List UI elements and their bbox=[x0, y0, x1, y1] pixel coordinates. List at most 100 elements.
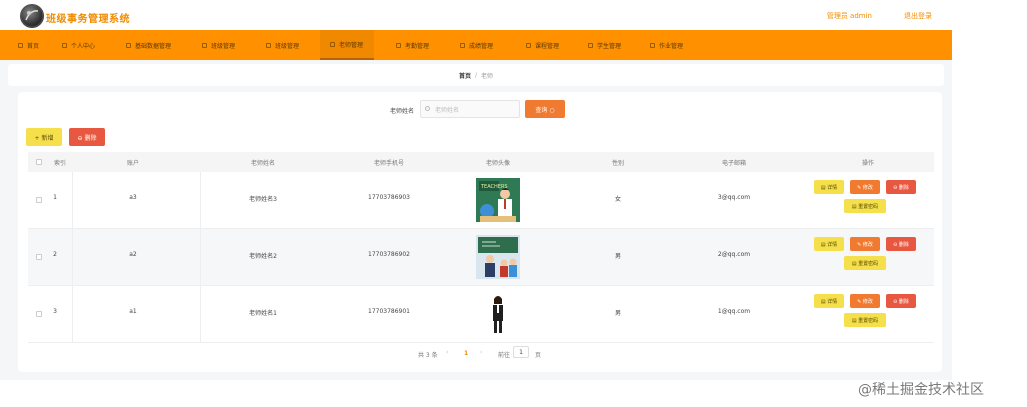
cell-account: a2 bbox=[129, 251, 137, 258]
pagination: 共 3 条 ‹ 1 › 前往 1 页 bbox=[18, 346, 942, 360]
column-divider bbox=[200, 286, 201, 343]
nav-item-class[interactable]: 班级管理 bbox=[202, 30, 235, 60]
goto-unit: 页 bbox=[535, 352, 542, 359]
nav-label: 课程管理 bbox=[535, 42, 560, 50]
column-divider bbox=[72, 286, 73, 343]
nav-item-home[interactable]: 首页 bbox=[18, 30, 39, 60]
column-divider bbox=[200, 172, 201, 229]
nav-item-students[interactable]: 学生管理 bbox=[588, 30, 621, 60]
nav-item-teacher[interactable]: 老师管理 bbox=[320, 30, 374, 60]
add-button[interactable]: + 新增 bbox=[26, 128, 62, 146]
header-phone: 老师手机号 bbox=[373, 160, 404, 167]
nav-item-attendance[interactable]: 考勤管理 bbox=[396, 30, 429, 60]
cell-index: 3 bbox=[53, 308, 57, 315]
nav-item-grades[interactable]: 成绩管理 bbox=[460, 30, 493, 60]
nav-label: 个人中心 bbox=[71, 42, 96, 50]
grid-icon bbox=[588, 42, 593, 48]
cell-index: 1 bbox=[53, 194, 57, 201]
search-input[interactable]: 老师姓名 bbox=[420, 100, 520, 118]
logo-icon bbox=[20, 4, 44, 28]
cell-email: 2@qq.com bbox=[717, 251, 751, 258]
nav-item-class-2[interactable]: 班级管理 bbox=[266, 30, 299, 60]
watermark: @稀土掘金技术社区 bbox=[858, 382, 984, 398]
edit-button[interactable]: ✎ 修改 bbox=[850, 180, 880, 194]
cell-phone: 17703786903 bbox=[368, 194, 410, 201]
goto-page-input[interactable]: 1 bbox=[513, 346, 529, 358]
reset-password-button[interactable]: ▤ 重置密码 bbox=[844, 313, 886, 327]
header-actions: 操作 bbox=[861, 160, 874, 167]
edit-button[interactable]: ✎ 修改 bbox=[850, 294, 880, 308]
row-delete-button[interactable]: ⊖ 删除 bbox=[886, 294, 916, 308]
nav-item-courses[interactable]: 课程管理 bbox=[526, 30, 559, 60]
cell-name: 老师姓名1 bbox=[249, 310, 277, 317]
cell-gender: 男 bbox=[614, 253, 621, 260]
row-checkbox[interactable] bbox=[36, 254, 42, 260]
main-nav: 首页 个人中心 基础数据管理 班级管理 班级管理 老师管理 考勤管理 成绩管理 … bbox=[0, 30, 952, 60]
search-button[interactable]: 查询 ○ bbox=[525, 100, 565, 118]
column-divider bbox=[72, 172, 73, 229]
edit-button[interactable]: ✎ 修改 bbox=[850, 237, 880, 251]
nav-label: 考勤管理 bbox=[405, 42, 430, 50]
row-checkbox[interactable] bbox=[36, 197, 42, 203]
search-icon bbox=[425, 106, 430, 111]
row-delete-button[interactable]: ⊖ 删除 bbox=[886, 237, 916, 251]
grid-icon bbox=[396, 42, 401, 48]
logout-link[interactable]: 退出登录 bbox=[904, 11, 932, 21]
page-number[interactable]: 1 bbox=[464, 350, 468, 357]
detail-button[interactable]: ▤ 详情 bbox=[814, 180, 844, 194]
nav-label: 成绩管理 bbox=[469, 42, 494, 50]
cell-email: 3@qq.com bbox=[717, 194, 751, 201]
user-icon bbox=[62, 42, 67, 48]
nav-label: 班级管理 bbox=[275, 42, 300, 50]
reset-password-button[interactable]: ▤ 重置密码 bbox=[844, 199, 886, 213]
breadcrumb-current: 老师 bbox=[481, 72, 494, 80]
grid-icon bbox=[330, 41, 335, 47]
detail-button[interactable]: ▤ 详情 bbox=[814, 237, 844, 251]
row-checkbox[interactable] bbox=[36, 311, 42, 317]
grid-icon bbox=[460, 42, 465, 48]
nav-item-profile[interactable]: 个人中心 bbox=[62, 30, 95, 60]
cell-account: a1 bbox=[129, 308, 137, 315]
breadcrumb: 首页 / 老师 bbox=[8, 64, 944, 86]
table-header: 索引 账户 老师姓名 老师手机号 老师头像 性别 电子邮箱 操作 bbox=[28, 152, 934, 172]
cell-index: 2 bbox=[53, 251, 57, 258]
nav-label: 班级管理 bbox=[211, 42, 236, 50]
header-gender: 性别 bbox=[611, 160, 624, 167]
next-page-icon[interactable]: › bbox=[480, 349, 482, 356]
reset-password-button[interactable]: ▤ 重置密码 bbox=[844, 256, 886, 270]
nav-label: 基础数据管理 bbox=[135, 42, 172, 50]
table-row: 1 a3 老师姓名3 17703786903 TEACHERS 女 3@qq.c… bbox=[28, 172, 934, 229]
header-name: 老师姓名 bbox=[250, 160, 275, 167]
search-label: 老师姓名 bbox=[390, 108, 415, 115]
nav-item-homework[interactable]: 作业管理 bbox=[650, 30, 683, 60]
table-row: 3 a1 老师姓名1 17703786901 男 1@qq.com ▤ 详情 ✎… bbox=[28, 286, 934, 343]
app-title: 班级事务管理系统 bbox=[46, 14, 130, 25]
grid-icon bbox=[202, 42, 207, 48]
nav-item-basic-data[interactable]: 基础数据管理 bbox=[126, 30, 171, 60]
header-photo: 老师头像 bbox=[485, 160, 510, 167]
cell-gender: 男 bbox=[614, 310, 621, 317]
delete-button[interactable]: ⊖ 删除 bbox=[69, 128, 105, 146]
goto-label: 前往 bbox=[498, 352, 511, 359]
detail-button[interactable]: ▤ 详情 bbox=[814, 294, 844, 308]
cell-phone: 17703786901 bbox=[368, 308, 410, 315]
grid-icon bbox=[266, 42, 271, 48]
breadcrumb-separator: / bbox=[474, 71, 478, 79]
cell-phone: 17703786902 bbox=[368, 251, 410, 258]
breadcrumb-home[interactable]: 首页 bbox=[459, 71, 471, 80]
cell-gender: 女 bbox=[614, 196, 621, 203]
cell-name: 老师姓名2 bbox=[249, 253, 277, 260]
prev-page-icon[interactable]: ‹ bbox=[446, 349, 448, 356]
teacher-photo: TEACHERS bbox=[476, 178, 520, 222]
cell-account: a3 bbox=[129, 194, 137, 201]
column-divider bbox=[200, 229, 201, 286]
row-delete-button[interactable]: ⊖ 删除 bbox=[886, 180, 916, 194]
app-shell: 班级事务管理系统 管理员 admin 退出登录 首页 个人中心 基础数据管理 班… bbox=[0, 0, 952, 380]
teacher-photo bbox=[476, 235, 520, 279]
home-icon bbox=[18, 42, 23, 48]
header-email: 电子邮箱 bbox=[721, 160, 746, 167]
select-all-checkbox[interactable] bbox=[36, 159, 42, 165]
top-header: 班级事务管理系统 管理员 admin 退出登录 bbox=[0, 0, 952, 30]
content-card: 老师姓名 老师姓名 查询 ○ + 新增 ⊖ 删除 索引 账户 老师姓名 老师手机… bbox=[18, 92, 942, 372]
nav-label: 老师管理 bbox=[339, 41, 364, 49]
